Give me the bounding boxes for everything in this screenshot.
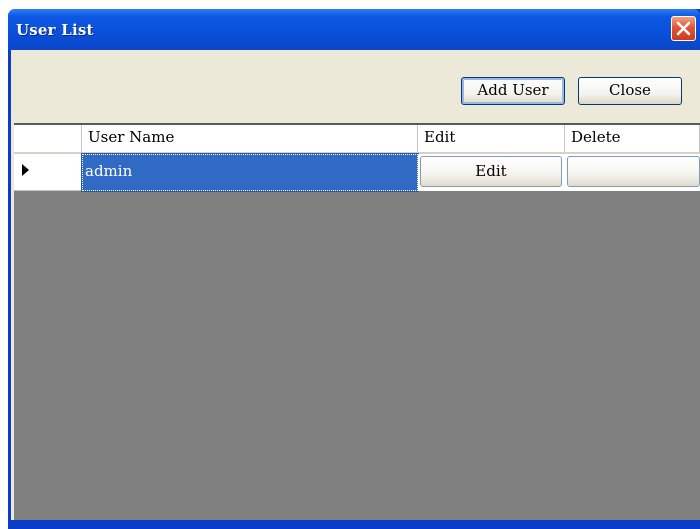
edit-cell: Edit <box>418 154 565 191</box>
user-name-cell[interactable]: admin <box>81 153 419 192</box>
edit-button[interactable]: Edit <box>420 156 562 187</box>
close-button[interactable]: Close <box>578 77 682 105</box>
window-title: User List <box>16 21 94 39</box>
delete-cell <box>565 154 700 191</box>
column-header-delete[interactable]: Delete <box>565 125 700 154</box>
add-user-button[interactable]: Add User <box>461 77 565 105</box>
delete-button[interactable] <box>567 156 700 187</box>
close-icon[interactable] <box>671 16 696 41</box>
user-grid: User Name Edit Delete admin Edit <box>14 123 700 520</box>
title-bar[interactable]: User List <box>8 9 700 50</box>
row-header-corner <box>14 125 82 154</box>
user-list-window: User List Add User Close User Name Edit … <box>8 9 700 529</box>
toolbar: Add User Close <box>11 50 700 130</box>
row-selector[interactable] <box>14 154 82 191</box>
current-row-arrow-icon <box>22 164 29 176</box>
column-header-edit[interactable]: Edit <box>418 125 565 154</box>
window-client-area: Add User Close User Name Edit Delete adm… <box>11 50 700 520</box>
column-header-user-name[interactable]: User Name <box>82 125 418 154</box>
